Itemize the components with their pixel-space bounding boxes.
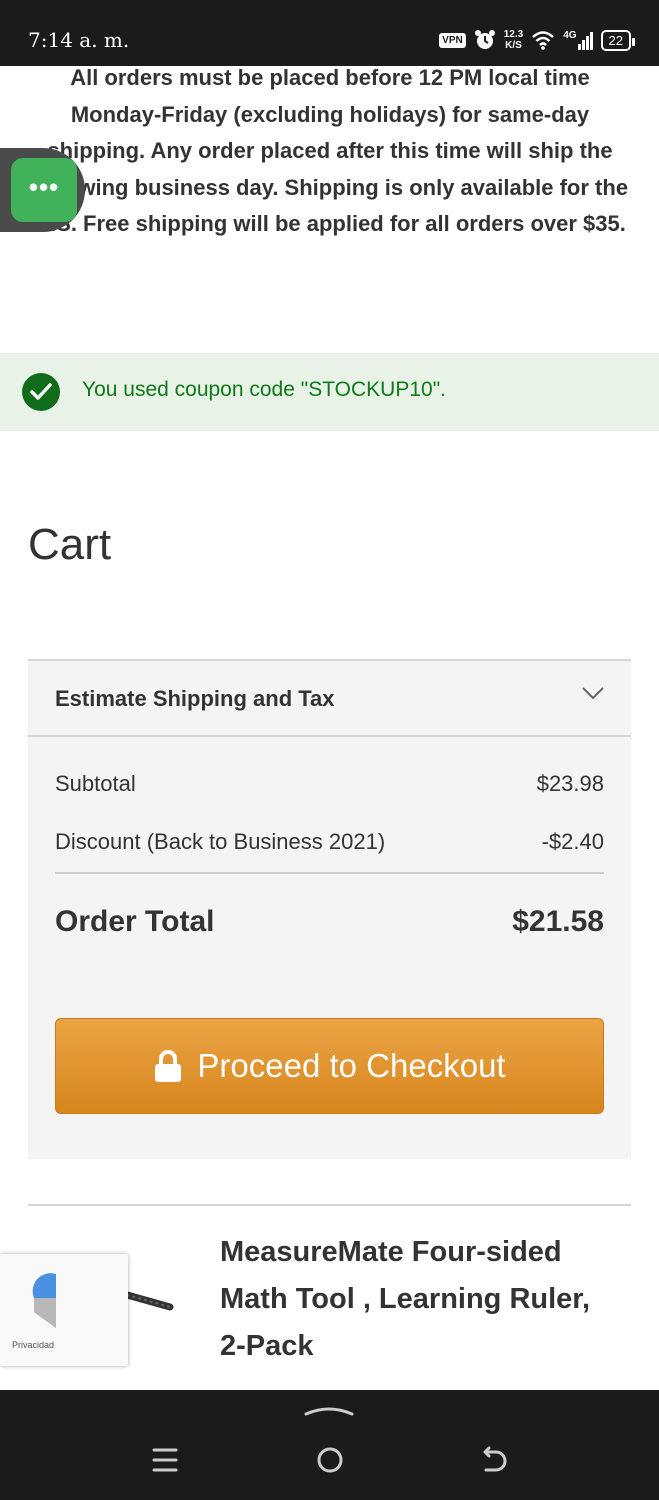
product-name-link[interactable]: MeasureMate Four-sided Math Tool , Learn… xyxy=(220,1229,620,1370)
vpn-icon: VPN xyxy=(439,32,466,48)
subtotal-row: Subtotal $23.98 xyxy=(55,771,604,797)
coupon-text: You used coupon code "STOCKUP10". xyxy=(82,378,446,401)
discount-label: Discount (Back to Business 2021) xyxy=(55,829,386,854)
signal-icon: 4G xyxy=(563,30,593,50)
back-icon[interactable] xyxy=(480,1446,508,1474)
network-speed: 12.3 K/S xyxy=(503,29,524,51)
system-nav-bar xyxy=(0,1390,659,1500)
discount-value: -$2.40 xyxy=(541,829,604,854)
recaptcha-icon xyxy=(32,1273,56,1328)
coupon-message: You used coupon code "STOCKUP10". xyxy=(0,353,659,431)
discount-row: Discount (Back to Business 2021) -$2.40 xyxy=(55,829,604,855)
home-icon[interactable] xyxy=(316,1446,344,1474)
order-total-value: $21.58 xyxy=(512,905,604,938)
chevron-down-icon xyxy=(582,687,604,700)
wifi-icon xyxy=(532,31,555,50)
page-title: Cart xyxy=(28,520,112,569)
shipping-notice: All orders must be placed before 12 PM l… xyxy=(31,65,629,237)
subtotal-label: Subtotal xyxy=(55,771,136,796)
status-icons: VPN 12.3 K/S 4G 22 xyxy=(439,26,636,54)
check-circle-icon xyxy=(22,373,60,411)
battery-icon: 22 xyxy=(600,29,636,51)
more-dots-icon[interactable]: ••• xyxy=(11,158,77,222)
menu-icon[interactable] xyxy=(152,1446,178,1474)
alarm-icon xyxy=(474,30,495,49)
estimate-shipping-label: Estimate Shipping and Tax xyxy=(55,686,335,711)
proceed-to-checkout-button[interactable]: Proceed to Checkout xyxy=(55,1018,604,1114)
subtotal-value: $23.98 xyxy=(536,771,604,796)
divider xyxy=(55,872,604,874)
order-total-row: Order Total $21.58 xyxy=(55,905,604,939)
chat-widget[interactable]: ••• xyxy=(0,148,85,232)
recaptcha-privacy-link[interactable]: Privacidad xyxy=(12,1340,54,1350)
swipe-up-handle-icon[interactable] xyxy=(304,1402,354,1418)
status-time: 7:14 a. m. xyxy=(28,28,130,52)
lock-icon xyxy=(155,1050,182,1082)
estimate-shipping-toggle[interactable]: Estimate Shipping and Tax xyxy=(28,661,631,737)
order-total-label: Order Total xyxy=(55,905,215,938)
checkout-label: Proceed to Checkout xyxy=(197,1047,506,1084)
recaptcha-badge[interactable]: Privacidad xyxy=(0,1254,128,1366)
divider xyxy=(28,1204,631,1206)
cart-summary: Estimate Shipping and Tax Subtotal $23.9… xyxy=(28,659,631,1159)
status-bar: 7:14 a. m. VPN 12.3 K/S 4G 22 xyxy=(0,0,659,66)
